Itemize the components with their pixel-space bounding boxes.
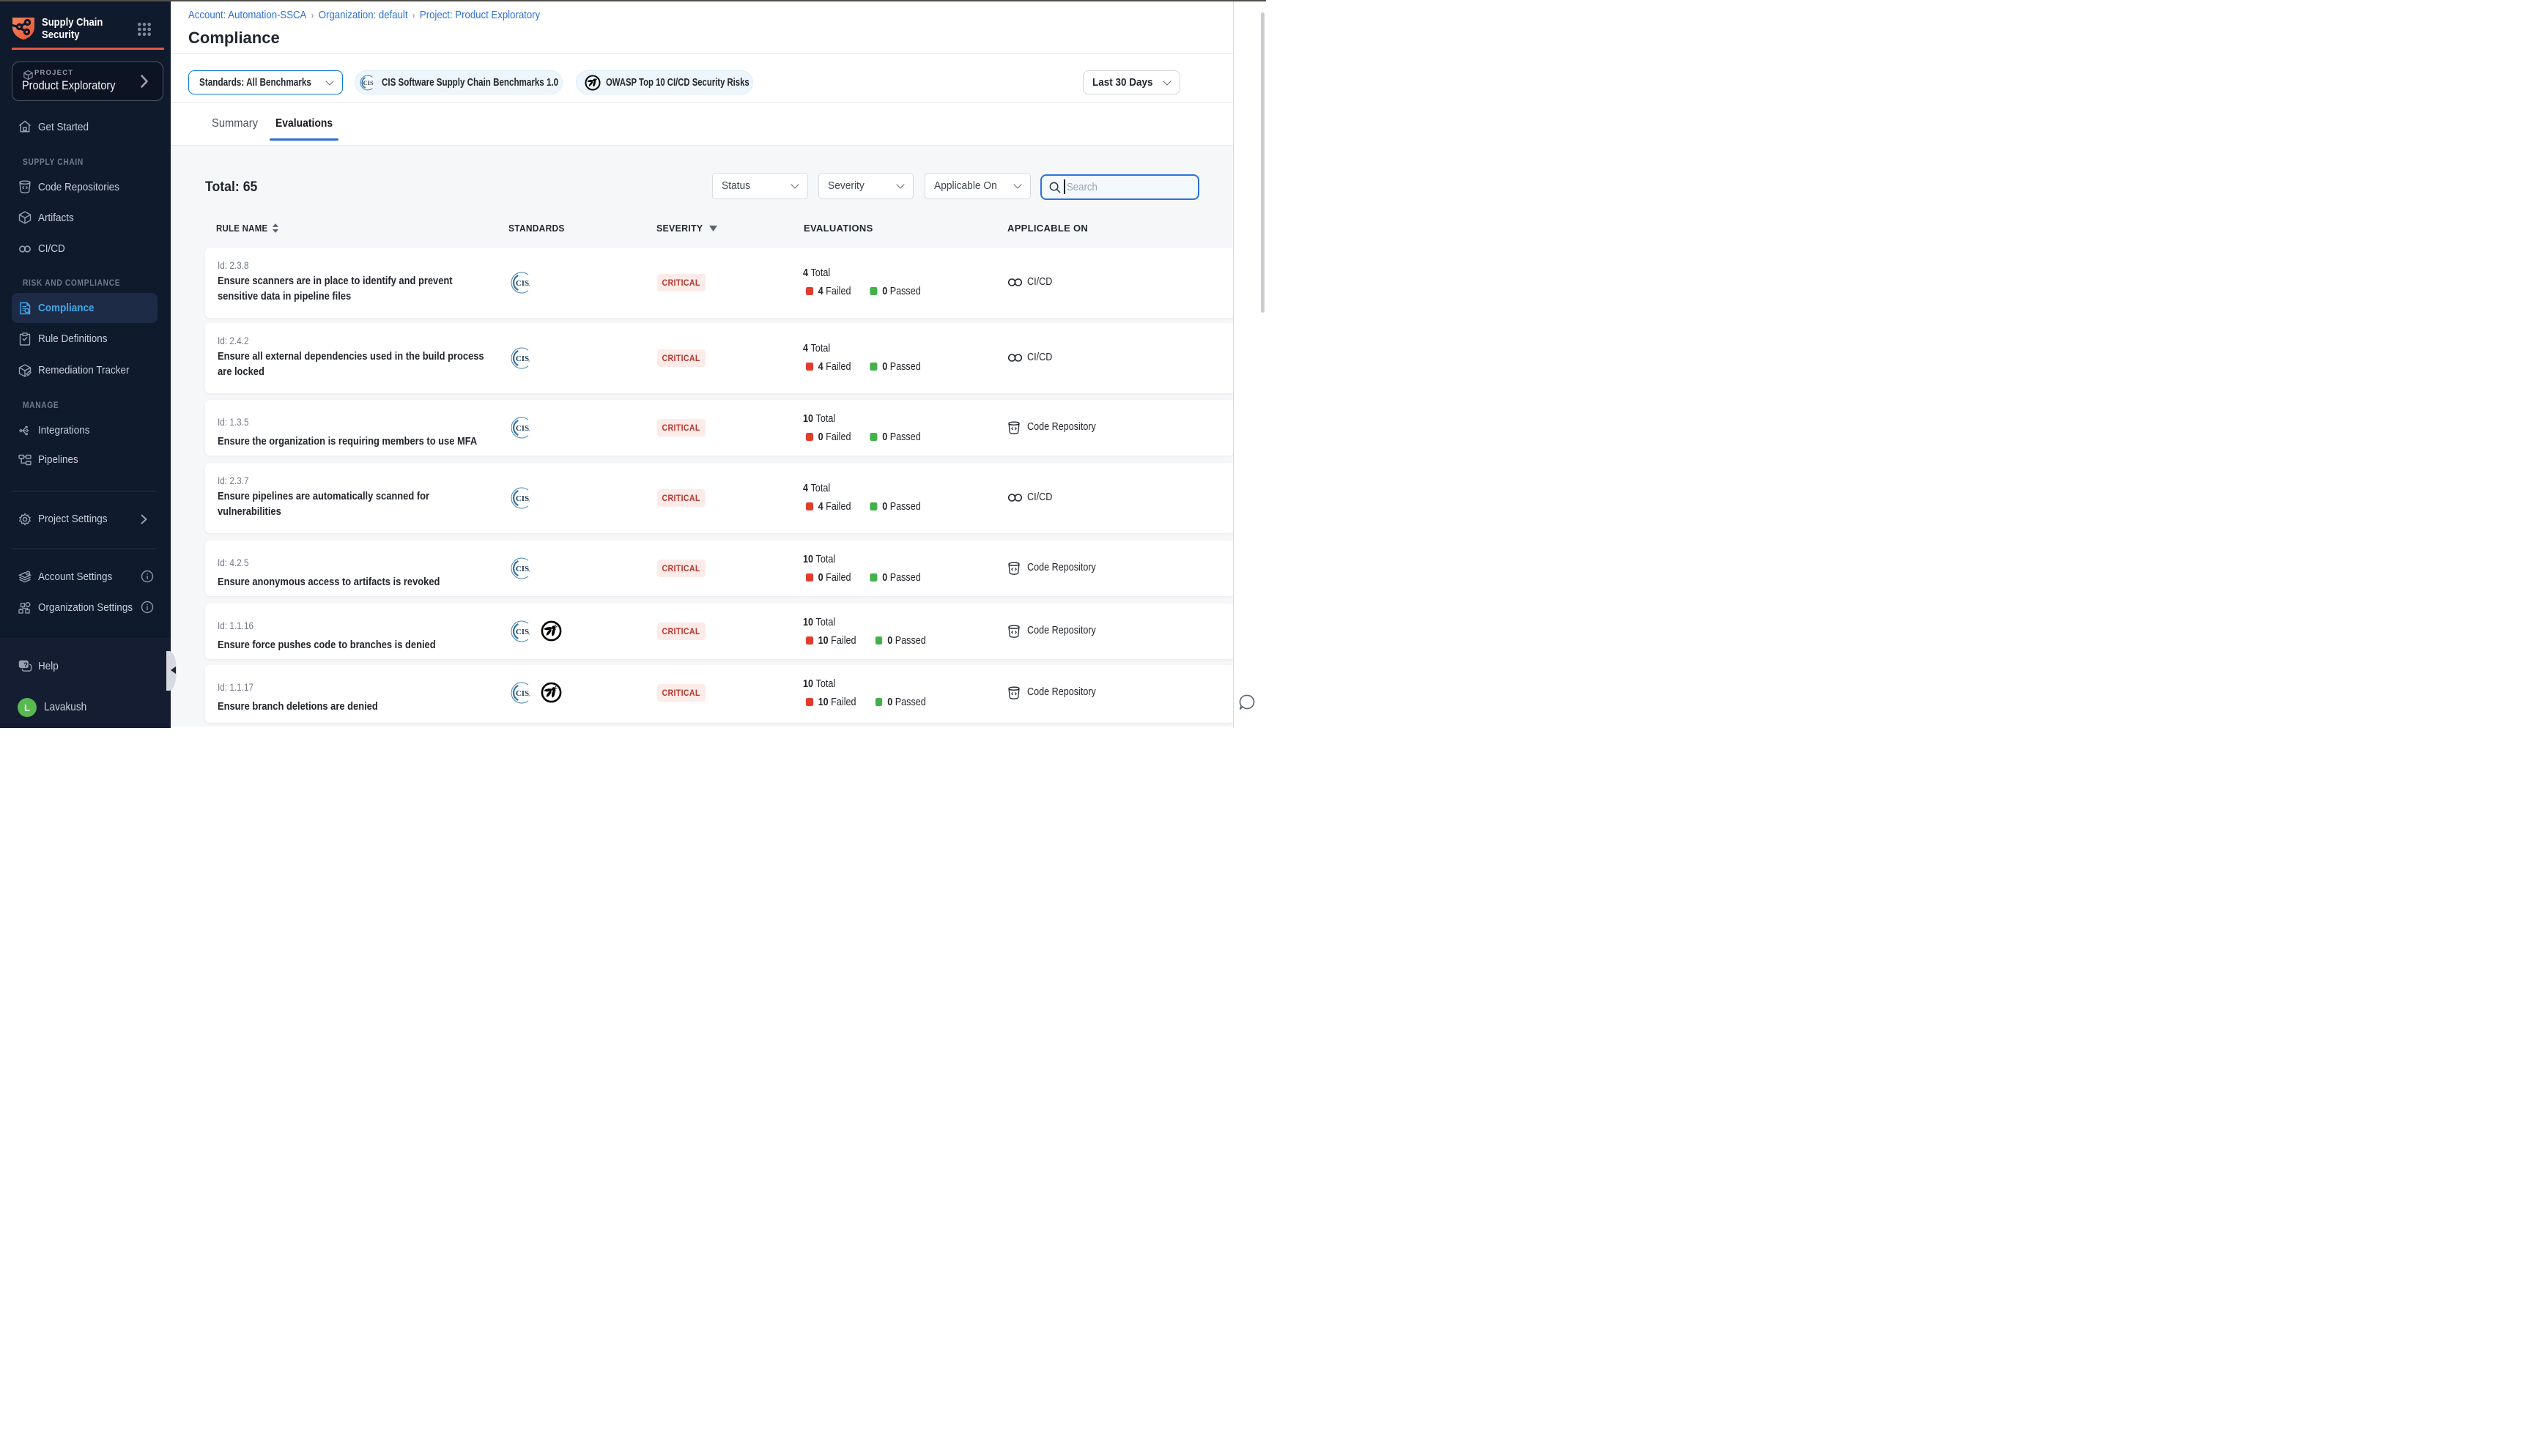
svg-text:CIS: CIS [516, 689, 529, 698]
svg-text:CIS: CIS [516, 494, 529, 503]
svg-text:CIS: CIS [516, 628, 529, 636]
svg-text:CIS: CIS [516, 354, 529, 363]
svg-text:CIS: CIS [516, 279, 529, 288]
svg-text:CIS: CIS [516, 565, 529, 573]
svg-text:CIS: CIS [363, 79, 374, 86]
svg-text:CIS: CIS [516, 424, 529, 433]
